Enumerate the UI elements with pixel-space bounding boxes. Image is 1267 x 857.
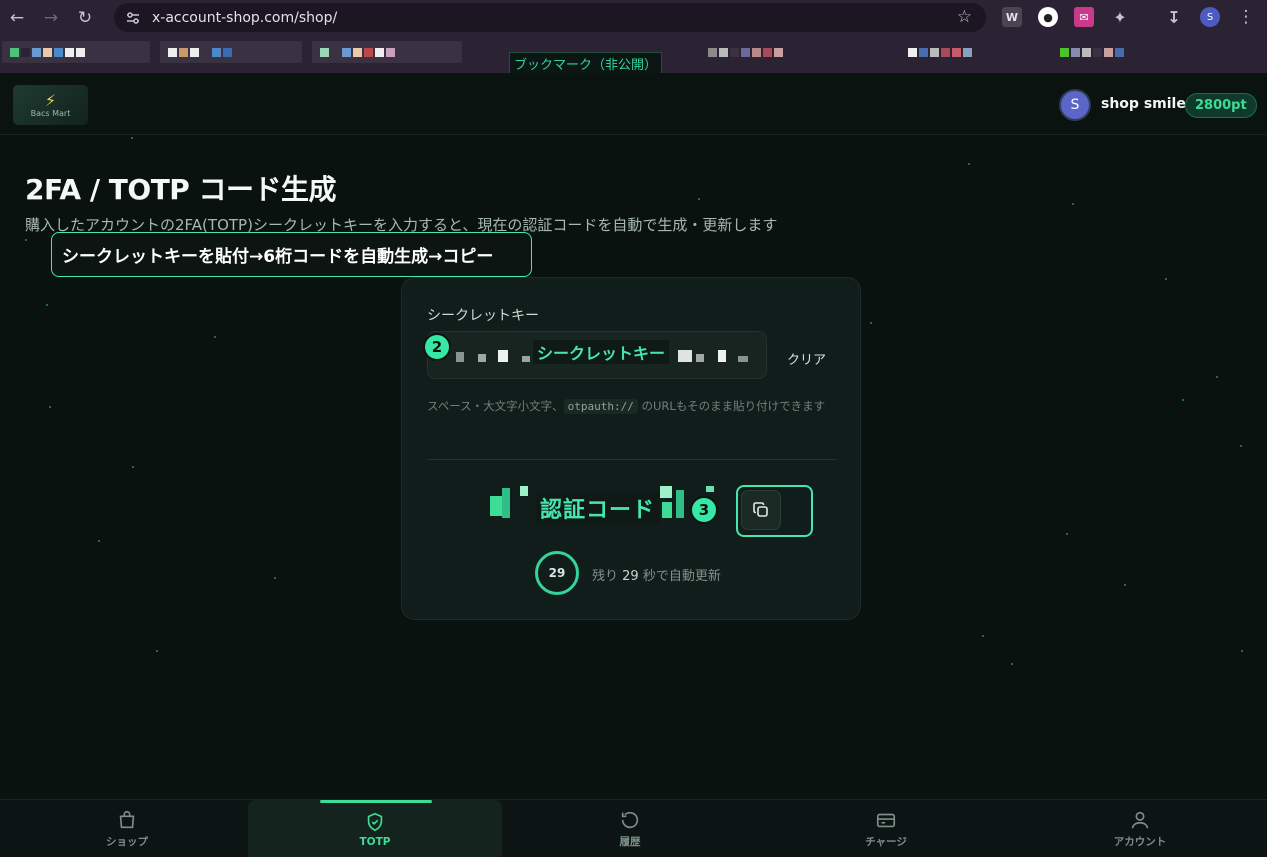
instruction-callout: シークレットキーを貼付→6桁コードを自動生成→コピー bbox=[51, 232, 532, 277]
totp-code-display: 認証コード bbox=[480, 482, 720, 534]
countdown-text: 残り 29 秒で自動更新 bbox=[592, 565, 721, 584]
credit-card-icon bbox=[876, 813, 896, 828]
bookmark-item[interactable] bbox=[700, 41, 868, 63]
user-icon bbox=[1131, 811, 1149, 829]
extension-mail-icon[interactable]: ✉ bbox=[1074, 7, 1094, 27]
page-title: 2FA / TOTP コード生成 bbox=[25, 173, 337, 206]
hint-text: スペース・大文字小文字、 bbox=[427, 399, 564, 413]
bookmark-item[interactable] bbox=[1052, 41, 1180, 63]
tab-label: アカウント bbox=[1113, 836, 1167, 848]
tab-label: 履歴 bbox=[619, 836, 641, 848]
browser-profile-avatar[interactable]: S bbox=[1200, 7, 1220, 27]
totp-card: シークレットキー シークレットキー 2 クリア スペース・大文字小文字、 otpa… bbox=[401, 277, 861, 620]
site-info-icon[interactable] bbox=[118, 10, 148, 26]
bookmark-item[interactable] bbox=[2, 41, 150, 63]
step-2-badge: 2 bbox=[423, 333, 451, 361]
tab-label: チャージ bbox=[865, 836, 907, 848]
tab-totp[interactable]: TOTP bbox=[248, 800, 502, 857]
countdown-ring: 29 bbox=[535, 551, 579, 595]
tab-label: TOTP bbox=[359, 835, 391, 848]
secret-key-input[interactable]: シークレットキー bbox=[427, 331, 767, 379]
step-3-badge: 3 bbox=[690, 496, 718, 524]
otpauth-code: otpauth:// bbox=[563, 399, 638, 414]
url-text[interactable]: x-account-shop.com/shop/ bbox=[152, 10, 337, 26]
copy-icon bbox=[753, 502, 768, 517]
user-avatar[interactable]: S bbox=[1059, 89, 1091, 121]
browser-menu-icon[interactable]: ⋮ bbox=[1236, 7, 1256, 27]
back-icon[interactable]: ← bbox=[0, 0, 34, 35]
extension-round-icon[interactable]: ● bbox=[1038, 7, 1058, 27]
tab-shop[interactable]: ショップ bbox=[0, 800, 254, 857]
hint-text-rest: のURLもそのまま貼り付けできます bbox=[637, 399, 826, 413]
lightning-icon: ⚡ bbox=[44, 90, 57, 110]
tab-account[interactable]: アカウント bbox=[1013, 800, 1267, 857]
logo-text: Bacs Mart bbox=[30, 108, 71, 118]
timer-suffix: 秒で自動更新 bbox=[638, 569, 721, 584]
app-header: ⚡ Bacs Mart S shop smile 2800pt bbox=[0, 73, 1267, 135]
tab-charge[interactable]: チャージ bbox=[759, 800, 1013, 857]
bottom-nav: ショップ TOTP 履歴 チャージ アカウント bbox=[0, 799, 1267, 857]
shield-check-icon bbox=[367, 812, 383, 831]
bookmark-star-icon[interactable]: ☆ bbox=[957, 7, 972, 27]
extension-w-icon[interactable]: W bbox=[1002, 7, 1022, 27]
timer-seconds: 29 bbox=[622, 569, 639, 584]
bookmark-item[interactable] bbox=[900, 41, 1050, 63]
divider bbox=[427, 459, 837, 460]
site-logo[interactable]: ⚡ Bacs Mart bbox=[13, 85, 88, 125]
secret-overlay-label: シークレットキー bbox=[533, 340, 670, 364]
bookmark-item[interactable] bbox=[160, 41, 302, 63]
bookmark-item[interactable] bbox=[312, 41, 462, 63]
secret-key-label: シークレットキー bbox=[427, 308, 539, 324]
downloads-icon[interactable]: ↧ bbox=[1164, 7, 1184, 27]
username[interactable]: shop smile bbox=[1101, 96, 1186, 112]
shopping-bag-icon bbox=[119, 810, 135, 829]
input-hint: スペース・大文字小文字、 otpauth:// のURLもそのまま貼り付けできます bbox=[427, 396, 842, 417]
address-bar[interactable]: x-account-shop.com/shop/ ☆ bbox=[114, 3, 986, 32]
copy-highlight-frame bbox=[736, 485, 813, 537]
reload-icon[interactable]: ↻ bbox=[68, 0, 102, 35]
points-badge: 2800pt bbox=[1185, 93, 1257, 118]
extensions-puzzle-icon[interactable]: ✦ bbox=[1110, 7, 1130, 27]
tab-history[interactable]: 履歴 bbox=[503, 800, 757, 857]
forward-icon[interactable]: → bbox=[34, 0, 68, 35]
copy-button[interactable] bbox=[741, 490, 781, 530]
history-icon bbox=[621, 811, 639, 829]
bookmark-tooltip: ブックマーク（非公開） bbox=[509, 52, 663, 75]
timer-prefix: 残り bbox=[592, 569, 623, 584]
tab-label: ショップ bbox=[106, 836, 148, 848]
clear-button[interactable]: クリア bbox=[787, 349, 826, 368]
code-overlay-label: 認証コード bbox=[536, 492, 660, 524]
